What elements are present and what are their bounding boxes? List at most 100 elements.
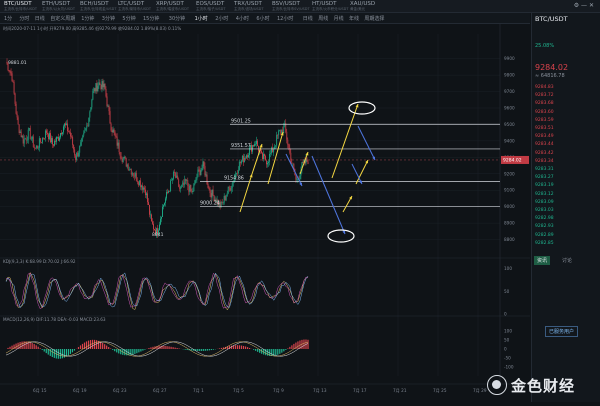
candle-body xyxy=(192,191,193,192)
candle-body xyxy=(261,151,262,153)
candle-body xyxy=(55,141,56,142)
y-tick-label: 9500 xyxy=(504,122,515,127)
candle-body xyxy=(308,162,309,165)
candle-body xyxy=(124,157,125,158)
macd-bar xyxy=(138,349,139,352)
candle-body xyxy=(253,145,254,146)
tab-news[interactable]: 资讯 xyxy=(534,256,550,265)
candle-body xyxy=(133,173,134,176)
candle-body xyxy=(138,182,139,185)
settings-icon[interactable]: ⚙ xyxy=(574,2,579,9)
period-button[interactable]: 分时 xyxy=(19,15,29,22)
period-button[interactable]: 周线 xyxy=(318,15,328,22)
panel-price: 9284.02 xyxy=(535,63,568,72)
candle-body xyxy=(239,162,240,170)
candle-body xyxy=(228,187,229,194)
candle-body xyxy=(47,133,48,134)
candle-body xyxy=(139,180,140,185)
period-button[interactable]: 1分 xyxy=(4,15,12,22)
kdj-tick: 50 xyxy=(504,289,510,294)
macd-bar xyxy=(245,346,246,349)
period-button[interactable]: 6小时 xyxy=(256,15,269,22)
candle-body xyxy=(278,131,279,136)
candle-body xyxy=(97,83,98,91)
tab-bch-usdt[interactable]: BCH/USDT主流币/比特现金/USDT xyxy=(80,1,116,11)
candle-body xyxy=(85,128,86,130)
candle-body xyxy=(236,173,237,174)
tab-discuss[interactable]: 讨论 xyxy=(562,257,572,264)
tab-trx-usdt[interactable]: TRX/USDT主流币/波场/USDT xyxy=(234,1,263,11)
close-icon[interactable]: ✕ xyxy=(589,2,594,9)
period-button[interactable]: 周期选择 xyxy=(364,15,384,22)
period-button[interactable]: 1小时 xyxy=(195,15,208,22)
candle-body xyxy=(22,136,23,137)
candle-body xyxy=(84,131,85,133)
tab-ltc-usdt[interactable]: LTC/USDT主流币/莱特币/USDT xyxy=(118,1,151,11)
tab-ht-usdt[interactable]: HT/USDT主流币/火币积分/USDT xyxy=(312,1,348,11)
period-button[interactable]: 5分钟 xyxy=(122,15,135,22)
period-button[interactable]: 日线 xyxy=(35,15,45,22)
candle-body xyxy=(146,193,147,195)
candle-body xyxy=(289,148,290,153)
period-button[interactable]: 30分钟 xyxy=(169,15,185,22)
period-button[interactable]: 日线 xyxy=(303,15,313,22)
level-label: 9501.25 xyxy=(231,118,251,124)
candle-body xyxy=(67,124,68,132)
candle-body xyxy=(307,158,308,161)
candle-body xyxy=(257,141,258,146)
candle-body xyxy=(277,135,278,136)
tab-xrp-usdt[interactable]: XRP/USDT主流币/瑞波币/USDT xyxy=(156,1,189,11)
macd-bar xyxy=(96,340,97,349)
macd-bar xyxy=(150,347,151,349)
macd-bar xyxy=(144,349,145,350)
y-tick-label: 9000 xyxy=(504,204,515,209)
candle-body xyxy=(92,91,93,100)
macd-bar xyxy=(271,349,272,356)
period-button[interactable]: 2小时 xyxy=(215,15,228,22)
candle-body xyxy=(44,138,45,139)
period-button[interactable]: 4小时 xyxy=(236,15,249,22)
macd-bar xyxy=(211,349,212,350)
period-button[interactable]: 15分钟 xyxy=(143,15,159,22)
candle-body xyxy=(143,188,144,190)
panel-title: BTC/USDT xyxy=(535,15,568,23)
orderbook-price: 9283.51 xyxy=(535,126,554,131)
period-button[interactable]: 年线 xyxy=(349,15,359,22)
tab-xau-usd[interactable]: XAU/USD黄金/美元 xyxy=(350,1,375,11)
level-label: 9000.24 xyxy=(200,201,220,207)
period-button[interactable]: 1分钟 xyxy=(81,15,94,22)
candle-body xyxy=(296,179,297,180)
minimize-icon[interactable]: — xyxy=(581,2,587,9)
macd-bar xyxy=(132,349,133,355)
macd-bar xyxy=(7,348,8,349)
candle-body xyxy=(48,134,49,139)
macd-bar xyxy=(213,349,214,350)
macd-bar xyxy=(175,348,176,349)
orderbook-price: 9283.44 xyxy=(535,142,554,147)
candle-body xyxy=(247,155,248,157)
candle-body xyxy=(86,126,87,129)
chart-area[interactable]: 时间2020-07-11 1小时 开9279.00 高9285.46 低9279… xyxy=(0,24,530,402)
served-users-button[interactable]: 已服务用户 xyxy=(545,326,578,337)
period-button[interactable]: 月线 xyxy=(334,15,344,22)
macd-bar xyxy=(241,346,242,349)
period-button[interactable]: 12小时 xyxy=(277,15,293,22)
period-button[interactable]: 3分钟 xyxy=(102,15,115,22)
candle-body xyxy=(61,133,62,134)
candle-body xyxy=(132,173,133,174)
macd-bar xyxy=(42,349,43,350)
period-button[interactable]: 自定义周期 xyxy=(50,15,75,22)
candlestick-chart[interactable]: 时间2020-07-11 1小时 开9279.00 高9285.46 低9279… xyxy=(0,24,530,402)
tab-eth-usdt[interactable]: ETH/USDT主流币/以太坊/USDT xyxy=(42,1,75,11)
candle-body xyxy=(170,181,171,192)
tab-bsv-usdt[interactable]: BSV/USDT主流币/比特币SV/USDT xyxy=(272,1,310,11)
candle-body xyxy=(81,139,82,143)
tab-eos-usdt[interactable]: EOS/USDT主流币/柚子/USDT xyxy=(196,1,225,11)
tab-btc-usdt[interactable]: BTC/USDT主流币/比特币/USDT xyxy=(4,1,37,11)
candle-body xyxy=(114,130,115,133)
macd-bar xyxy=(22,342,23,349)
candle-body xyxy=(211,193,212,197)
macd-tick: 50 xyxy=(504,338,510,343)
orderbook-price: 9282.89 xyxy=(535,233,554,238)
watermark: 金色财经 xyxy=(487,374,597,396)
